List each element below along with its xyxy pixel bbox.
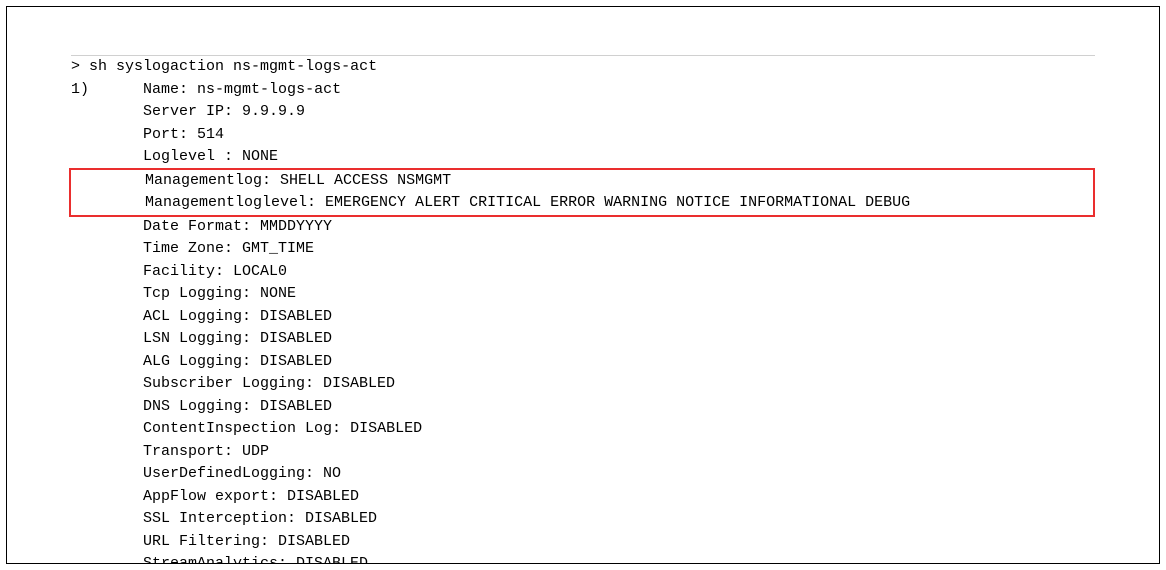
lsnlogging-line: LSN Logging: DISABLED	[71, 328, 1095, 351]
streamanalytics-line: StreamAnalytics: DISABLED	[71, 553, 1095, 564]
port-line: Port: 514	[71, 124, 1095, 147]
document-frame: > sh syslogaction ns-mgmt-logs-act 1) Na…	[6, 6, 1160, 564]
dateformat-value: MMDDYYYY	[260, 218, 332, 235]
alglogging-value: DISABLED	[260, 353, 332, 370]
managementlog-label: Managementlog:	[145, 172, 280, 189]
loglevel-line: Loglevel : NONE	[71, 146, 1095, 169]
sublogging-line: Subscriber Logging: DISABLED	[71, 373, 1095, 396]
streamanalytics-label: StreamAnalytics:	[143, 555, 296, 564]
timezone-value: GMT_TIME	[242, 240, 314, 257]
prompt-symbol: >	[71, 56, 80, 79]
userdefined-line: UserDefinedLogging: NO	[71, 463, 1095, 486]
appflow-value: DISABLED	[287, 488, 359, 505]
facility-line: Facility: LOCAL0	[71, 261, 1095, 284]
port-value: 514	[197, 126, 224, 143]
contentinspection-label: ContentInspection Log:	[143, 420, 350, 437]
sublogging-label: Subscriber Logging:	[143, 375, 323, 392]
spacer	[89, 79, 143, 102]
urlfiltering-line: URL Filtering: DISABLED	[71, 531, 1095, 554]
server-ip-value: 9.9.9.9	[242, 103, 305, 120]
alglogging-label: ALG Logging:	[143, 353, 260, 370]
name-value: ns-mgmt-logs-act	[197, 79, 341, 102]
lsnlogging-label: LSN Logging:	[143, 330, 260, 347]
contentinspection-line: ContentInspection Log: DISABLED	[71, 418, 1095, 441]
timezone-label: Time Zone:	[143, 240, 242, 257]
dnslogging-value: DISABLED	[260, 398, 332, 415]
transport-label: Transport:	[143, 443, 242, 460]
managementlog-line: Managementlog: SHELL ACCESS NSMGMT	[73, 170, 1093, 193]
acllogging-line: ACL Logging: DISABLED	[71, 306, 1095, 329]
managementloglevel-label: Managementloglevel:	[145, 194, 325, 211]
appflow-line: AppFlow export: DISABLED	[71, 486, 1095, 509]
contentinspection-value: DISABLED	[350, 420, 422, 437]
facility-label: Facility:	[143, 263, 233, 280]
dnslogging-label: DNS Logging:	[143, 398, 260, 415]
acllogging-value: DISABLED	[260, 308, 332, 325]
result-index: 1)	[71, 79, 89, 102]
sublogging-value: DISABLED	[323, 375, 395, 392]
managementloglevel-line: Managementloglevel: EMERGENCY ALERT CRIT…	[73, 192, 1093, 215]
transport-line: Transport: UDP	[71, 441, 1095, 464]
sslinterception-value: DISABLED	[305, 510, 377, 527]
acllogging-label: ACL Logging:	[143, 308, 260, 325]
appflow-label: AppFlow export:	[143, 488, 287, 505]
server-ip-label: Server IP:	[143, 103, 242, 120]
urlfiltering-value: DISABLED	[278, 533, 350, 550]
result-index-line: 1) Name: ns-mgmt-logs-act	[71, 79, 1095, 102]
command-line: > sh syslogaction ns-mgmt-logs-act	[71, 56, 1095, 79]
dateformat-line: Date Format: MMDDYYYY	[71, 216, 1095, 239]
urlfiltering-label: URL Filtering:	[143, 533, 278, 550]
command-text: sh syslogaction ns-mgmt-logs-act	[89, 56, 377, 79]
streamanalytics-value: DISABLED	[296, 555, 368, 564]
sslinterception-line: SSL Interception: DISABLED	[71, 508, 1095, 531]
loglevel-label: Loglevel :	[143, 148, 242, 165]
spacer	[80, 56, 89, 79]
userdefined-label: UserDefinedLogging:	[143, 465, 323, 482]
tcplogging-line: Tcp Logging: NONE	[71, 283, 1095, 306]
alglogging-line: ALG Logging: DISABLED	[71, 351, 1095, 374]
highlight-box: Managementlog: SHELL ACCESS NSMGMT Manag…	[69, 168, 1095, 217]
loglevel-value: NONE	[242, 148, 278, 165]
userdefined-value: NO	[323, 465, 341, 482]
dnslogging-line: DNS Logging: DISABLED	[71, 396, 1095, 419]
managementlog-value: SHELL ACCESS NSMGMT	[280, 172, 451, 189]
port-label: Port:	[143, 126, 197, 143]
server-ip-line: Server IP: 9.9.9.9	[71, 101, 1095, 124]
managementloglevel-value: EMERGENCY ALERT CRITICAL ERROR WARNING N…	[325, 194, 910, 211]
dateformat-label: Date Format:	[143, 218, 260, 235]
tcplogging-label: Tcp Logging:	[143, 285, 260, 302]
name-label: Name:	[143, 79, 197, 102]
facility-value: LOCAL0	[233, 263, 287, 280]
tcplogging-value: NONE	[260, 285, 296, 302]
sslinterception-label: SSL Interception:	[143, 510, 305, 527]
terminal-output: > sh syslogaction ns-mgmt-logs-act 1) Na…	[71, 55, 1095, 564]
transport-value: UDP	[242, 443, 269, 460]
timezone-line: Time Zone: GMT_TIME	[71, 238, 1095, 261]
lsnlogging-value: DISABLED	[260, 330, 332, 347]
